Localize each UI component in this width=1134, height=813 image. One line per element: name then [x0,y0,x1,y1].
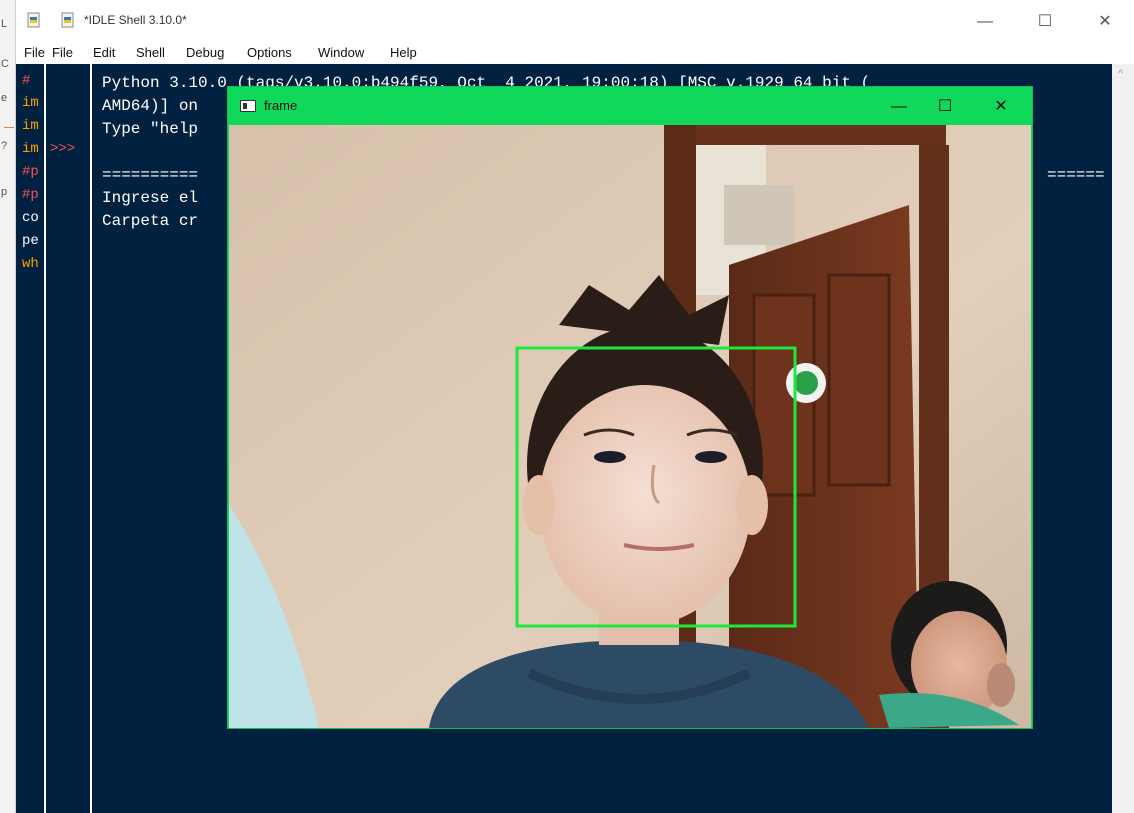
python-file-icon[interactable] [26,12,42,28]
shell-line: ========== [102,166,199,184]
code-fragment: # [22,73,31,89]
code-fragment: im [22,95,39,111]
menu-debug[interactable]: Debug [186,45,224,60]
child-ear-right [736,475,768,535]
menu-window[interactable]: Window [318,45,364,60]
shell-line: Ingrese el [102,189,199,207]
menu-shell[interactable]: Shell [136,45,165,60]
python-shell-icon [61,12,74,28]
child2-hand [987,663,1015,707]
child-face [539,385,751,625]
minimize-button[interactable]: — [962,8,1008,36]
webcam-image [229,125,1031,728]
child-ear-left [523,475,555,535]
editor-fragment: ? [1,140,8,152]
window-title: *IDLE Shell 3.10.0* [84,13,187,27]
hallway-vent [724,185,794,245]
editor-code-strip: # im im im #p #p co pe wh [16,64,46,813]
code-fragment: pe [22,233,39,249]
vertical-scrollbar[interactable]: ^ [1112,64,1134,813]
webcam-frame [229,125,1031,728]
child-eye-left [594,451,626,463]
window-app-icon [240,100,256,112]
code-fragment: #p [22,164,39,180]
editor-fragment: e [1,92,8,104]
menu-options[interactable]: Options [247,45,292,60]
menu-file[interactable]: File [52,45,73,60]
child-eye-right [695,451,727,463]
door-inset-right [827,273,891,487]
frame-minimize-button[interactable]: — [876,93,922,121]
door-frame-top [696,125,946,145]
shell-rule-right: ====== [1047,166,1105,184]
background-editor-edge: L C e ? p [0,0,16,813]
frame-title: frame [264,98,298,113]
close-button[interactable]: ✕ [1082,8,1128,36]
code-fragment: im [22,141,39,157]
shell-output[interactable]: Python 3.10.0 (tags/v3.10.0:b494f59, Oct… [102,72,1105,279]
frame-titlebar[interactable]: frame — ☐ ✕ [228,87,1032,125]
scroll-up-arrow-icon[interactable]: ^ [1118,68,1123,80]
maximize-button[interactable]: ☐ [1022,8,1068,36]
menu-file-editor[interactable]: File [24,45,45,60]
frame-window: frame — ☐ ✕ [227,86,1033,729]
code-fragment: co [22,210,39,226]
idle-titlebar[interactable]: *IDLE Shell 3.10.0* — ☐ ✕ [16,0,1134,42]
menu-bar: File File Edit Shell Debug Options Windo… [16,42,1134,64]
editor-fragment: C [1,58,9,70]
editor-highlight-mark [4,127,14,128]
menu-help[interactable]: Help [390,45,417,60]
shell-line: Type "help [102,120,199,138]
code-fragment: wh [22,256,39,272]
frame-maximize-button[interactable]: ☐ [922,93,968,121]
menu-edit[interactable]: Edit [93,45,115,60]
frame-close-button[interactable]: ✕ [978,93,1024,121]
prompt-gutter: >>> [48,64,92,813]
code-fragment: im [22,118,39,134]
editor-fragment: p [1,186,8,198]
shell-line: Carpeta cr [102,212,199,230]
shell-prompt: >>> [50,141,76,157]
code-fragment: #p [22,187,39,203]
door-sticker-inner [794,371,818,395]
shell-line: AMD64)] on [102,97,199,115]
editor-fragment: L [1,18,8,30]
